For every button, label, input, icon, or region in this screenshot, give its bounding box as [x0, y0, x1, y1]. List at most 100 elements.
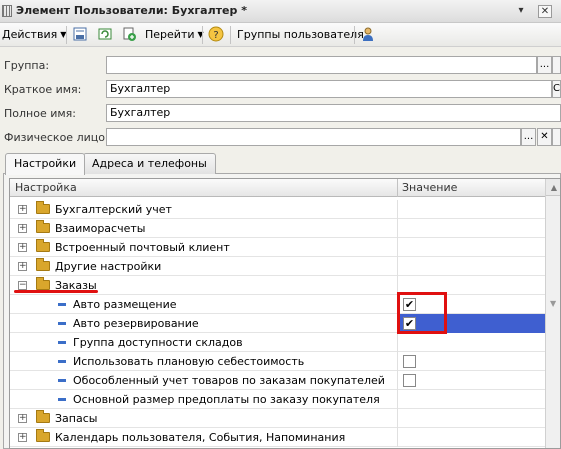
- setting-item-icon: [58, 303, 66, 306]
- actions-label: Действия: [2, 28, 58, 41]
- user-groups-button[interactable]: Группы пользователя: [237, 27, 364, 43]
- row-label: Взаиморасчеты: [55, 222, 146, 235]
- toolbar: Действия ▼ Перейти ▼ ? Группы пользователя: [0, 23, 561, 47]
- separate-accounting-checkbox[interactable]: [403, 374, 416, 387]
- highlight-underline: [14, 290, 98, 293]
- expand-icon[interactable]: +: [18, 433, 27, 442]
- tab-addresses-phones[interactable]: Адреса и телефоны: [83, 153, 216, 174]
- cell-divider: [397, 219, 398, 238]
- setting-item-icon: [58, 379, 66, 382]
- setting-item-icon: [58, 360, 66, 363]
- tree-row-setting[interactable]: Основной размер предоплаты по заказу пок…: [10, 390, 545, 409]
- folder-icon: [36, 277, 50, 290]
- copy-icon[interactable]: [121, 26, 137, 42]
- expand-icon[interactable]: +: [18, 205, 27, 214]
- cell-divider: [397, 428, 398, 447]
- help-glyph: ?: [213, 30, 218, 41]
- expand-icon[interactable]: +: [18, 414, 27, 423]
- row-label: Бухгалтерский учет: [55, 203, 172, 216]
- grid-header: Настройка Значение: [10, 179, 560, 197]
- full-name-field[interactable]: Бухгалтер: [106, 104, 561, 122]
- expand-icon[interactable]: +: [18, 224, 27, 233]
- folder-icon: [36, 258, 50, 271]
- tree-row-folder[interactable]: + Запасы: [10, 409, 545, 428]
- save-write-icon[interactable]: [72, 26, 88, 42]
- tree-row-setting[interactable]: Авто размещение ✔: [10, 295, 545, 314]
- folder-icon: [36, 429, 50, 442]
- person-label: Физическое лицо:: [4, 131, 109, 144]
- toolbar-separator: [202, 26, 203, 44]
- toolbar-separator: [66, 26, 67, 44]
- tree-row-setting[interactable]: Группа доступности складов: [10, 333, 545, 352]
- group-field[interactable]: [106, 56, 537, 74]
- highlight-box: [397, 292, 447, 334]
- tree-row-setting-selected[interactable]: Авто резервирование ✔: [10, 314, 545, 333]
- scroll-up-icon[interactable]: ▲: [546, 179, 560, 196]
- goto-menu[interactable]: Перейти ▼: [145, 27, 204, 43]
- toolbar-separator: [354, 26, 355, 44]
- collapse-icon[interactable]: −: [18, 281, 27, 290]
- app-icon: [2, 5, 12, 17]
- row-label: Авто резервирование: [73, 317, 199, 330]
- value-cell[interactable]: [398, 390, 545, 409]
- scroll-marker-icon: ▼: [550, 299, 557, 308]
- full-name-label: Полное имя:: [4, 107, 76, 120]
- row-label: Другие настройки: [55, 260, 162, 273]
- column-header-setting[interactable]: Настройка: [15, 181, 77, 194]
- person-extra-button[interactable]: [552, 128, 561, 146]
- tree-row-folder[interactable]: + Календарь пользователя, События, Напом…: [10, 428, 545, 447]
- person-select-button[interactable]: ...: [521, 128, 536, 146]
- folder-icon: [36, 239, 50, 252]
- person-clear-button[interactable]: ✕: [537, 128, 552, 146]
- refresh-icon[interactable]: [97, 26, 113, 42]
- row-label: Основной размер предоплаты по заказу пок…: [73, 393, 380, 406]
- column-divider[interactable]: [397, 179, 398, 197]
- row-label: Авто размещение: [73, 298, 177, 311]
- folder-icon: [36, 410, 50, 423]
- row-label: Обособленный учет товаров по заказам пок…: [73, 374, 385, 387]
- folder-icon: [36, 220, 50, 233]
- group-select-button[interactable]: ...: [537, 56, 552, 74]
- expand-icon[interactable]: +: [18, 243, 27, 252]
- tree-row-folder[interactable]: + Встроенный почтовый клиент: [10, 238, 545, 257]
- user-icon[interactable]: [360, 26, 376, 42]
- tab-settings[interactable]: Настройки: [5, 153, 86, 175]
- setting-item-icon: [58, 322, 66, 325]
- group-label: Группа:: [4, 59, 50, 72]
- setting-item-icon: [58, 398, 66, 401]
- toolbar-separator: [230, 26, 231, 44]
- window-title: Элемент Пользователи: Бухгалтер *: [16, 4, 247, 17]
- planned-cost-checkbox[interactable]: [403, 355, 416, 368]
- row-label: Встроенный почтовый клиент: [55, 241, 230, 254]
- cell-divider: [397, 200, 398, 219]
- expand-icon[interactable]: +: [18, 262, 27, 271]
- value-cell[interactable]: [398, 333, 545, 352]
- vertical-scrollbar[interactable]: ▲ ▼: [545, 179, 560, 448]
- person-field[interactable]: [106, 128, 521, 146]
- window-menu-button[interactable]: ▾: [514, 5, 528, 18]
- tree-row-folder[interactable]: + Бухгалтерский учет: [10, 200, 545, 219]
- short-name-extra-button[interactable]: С: [552, 80, 561, 98]
- value-cell[interactable]: [398, 352, 545, 371]
- row-label: Календарь пользователя, События, Напомин…: [55, 431, 346, 444]
- row-label: Запасы: [55, 412, 98, 425]
- group-extra-button[interactable]: [552, 56, 561, 74]
- setting-item-icon: [58, 341, 66, 344]
- short-name-label: Краткое имя:: [4, 83, 82, 96]
- goto-label: Перейти: [145, 28, 195, 41]
- window-titlebar: Элемент Пользователи: Бухгалтер * ▾ ✕: [0, 0, 561, 23]
- close-icon[interactable]: ✕: [538, 5, 552, 18]
- help-icon[interactable]: ?: [208, 26, 224, 42]
- short-name-field[interactable]: Бухгалтер: [106, 80, 552, 98]
- actions-menu[interactable]: Действия ▼: [2, 27, 66, 43]
- value-cell[interactable]: [398, 371, 545, 390]
- row-label: Использовать плановую себестоимость: [73, 355, 305, 368]
- cell-divider: [397, 409, 398, 428]
- tree-row-folder[interactable]: + Взаиморасчеты: [10, 219, 545, 238]
- tree-row-folder[interactable]: + Другие настройки: [10, 257, 545, 276]
- tree-row-setting[interactable]: Обособленный учет товаров по заказам пок…: [10, 371, 545, 390]
- column-header-value[interactable]: Значение: [402, 181, 457, 194]
- row-label: Группа доступности складов: [73, 336, 243, 349]
- folder-icon: [36, 201, 50, 214]
- tree-row-setting[interactable]: Использовать плановую себестоимость: [10, 352, 545, 371]
